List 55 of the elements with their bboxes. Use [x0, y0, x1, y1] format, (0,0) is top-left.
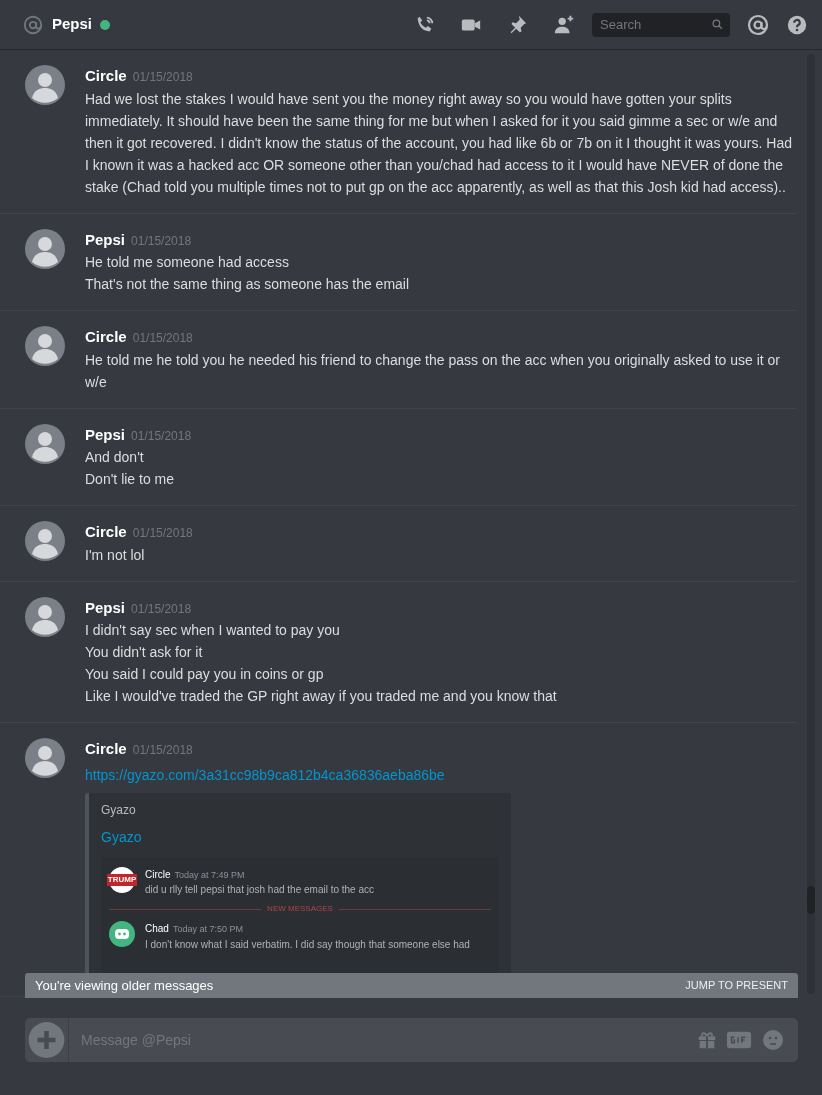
link[interactable]: https://gyazo.com/3a31cc98b9ca812b4ca36836aeba86be	[85, 764, 445, 786]
timestamp: 01/15/2018	[132, 330, 193, 347]
new-messages-label: NEW MESSAGES	[267, 903, 333, 915]
message-text: He told me he told you he needed his friend to change the pass on the acc when you originally asked to use it or w/e	[85, 350, 781, 392]
username[interactable]: Pepsi	[85, 596, 126, 619]
embed-provider: Gyazo	[101, 801, 137, 819]
message-text: did u rlly tell pepsi that josh had the email to the acc	[145, 883, 375, 897]
timestamp: Today at 7:50 PM	[172, 923, 243, 936]
jump-to-present-button[interactable]: JUMP TO PRESENT	[685, 977, 788, 994]
message-text: He told me someone had access	[85, 253, 290, 272]
username[interactable]: Pepsi	[85, 423, 126, 446]
message-text: That's not the same thing as someone has the email	[85, 275, 411, 294]
username[interactable]: Circle	[85, 65, 127, 88]
message-text: Don't lie to me	[85, 470, 176, 489]
avatar	[25, 228, 65, 269]
message-text: Had we lost the stakes I would have sent you the money right away so you would have gotten your splits immediately. It should have been the same thing for me but when I asked for it you said gimme a sec or w/e and then it got recovered. I didn't know the status of the account, you had like 6b or 7b on it I thought it was yours. Had I known it was a hacked acc OR someone other than you/chad had access to it I would have NEVER of done the stake (Chad told you multiple times not to put gp on the acc apparently, as well as that this Josh kid had access)..	[85, 89, 793, 197]
avatar	[25, 326, 65, 366]
search-field[interactable]: Search	[598, 13, 698, 36]
timestamp: 01/15/2018	[132, 742, 193, 759]
scrollbar-handle[interactable]	[807, 886, 815, 914]
timestamp: 01/15/2018	[131, 427, 192, 445]
username[interactable]: Circle	[85, 521, 127, 544]
username[interactable]: Circle	[85, 326, 127, 349]
chat-bubble-avatar-icon	[109, 921, 135, 947]
embed-title-link[interactable]: Gyazo	[101, 826, 142, 848]
search-icon	[711, 18, 724, 31]
message-text: You didn't ask for it	[85, 643, 204, 662]
avatar	[25, 521, 65, 561]
channel-name: Pepsi	[52, 14, 93, 35]
timestamp: Today at 7:49 PM	[174, 868, 245, 882]
message-text: I don't know what I said verbatim. I did say though that someone else had	[145, 937, 470, 952]
timestamp: 01/15/2018	[132, 69, 193, 86]
message-text: And don't	[85, 448, 145, 467]
at-icon	[22, 13, 44, 36]
avatar-text: TRUMP	[106, 873, 138, 886]
message-text: You said I could pay you in coins or gp	[85, 665, 325, 684]
timestamp: 01/15/2018	[131, 232, 192, 250]
avatar	[25, 423, 65, 464]
older-messages-text: You're viewing older messages	[35, 976, 214, 995]
timestamp: 01/15/2018	[131, 600, 192, 618]
message-text: I'm not lol	[85, 545, 146, 565]
username[interactable]: Circle	[85, 738, 127, 761]
avatar	[25, 596, 65, 637]
username[interactable]: Pepsi	[85, 228, 126, 251]
add-friend-icon[interactable]	[552, 13, 576, 36]
message-text: Like I would've traded the GP right away if you traded me and you know that	[85, 687, 558, 706]
search-box[interactable]: Search	[592, 12, 730, 37]
help-icon[interactable]	[786, 13, 808, 36]
timestamp: 01/15/2018	[132, 525, 193, 542]
username: Circle	[145, 867, 171, 882]
avatar	[25, 738, 65, 778]
mention-icon[interactable]	[746, 12, 770, 37]
username: Chad	[145, 922, 169, 936]
avatar	[25, 65, 65, 105]
message-text: I didn't say sec when I wanted to pay you	[85, 621, 341, 640]
